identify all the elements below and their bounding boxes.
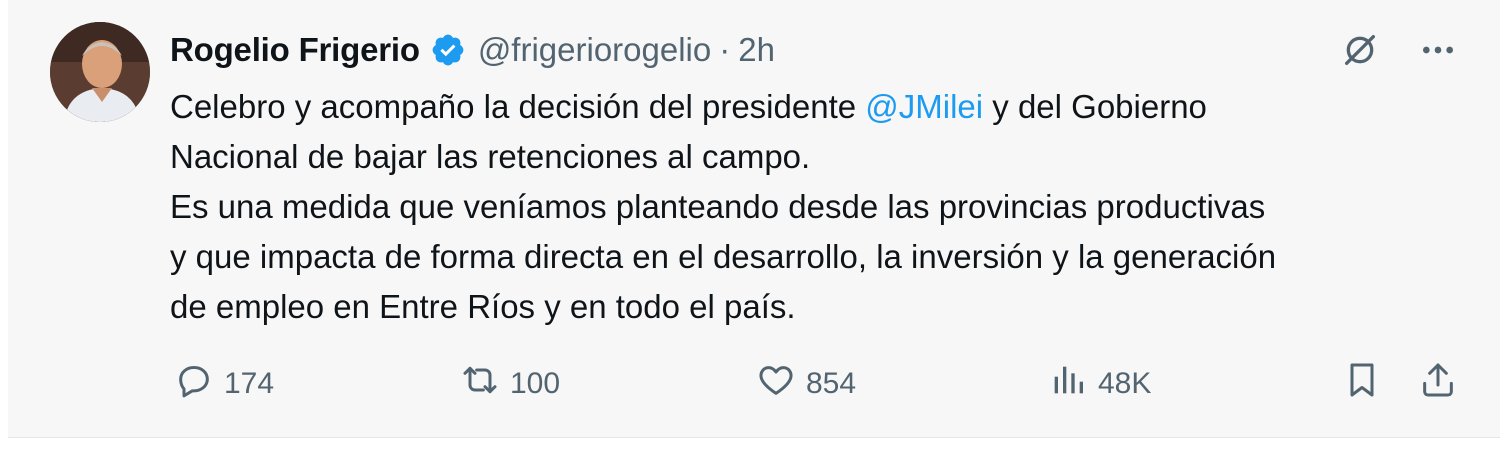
reply-count: 174: [224, 367, 275, 400]
grok-icon[interactable]: [1338, 28, 1382, 72]
separator-dot: ·: [719, 31, 731, 68]
retweet-count: 100: [510, 367, 561, 400]
share-button[interactable]: [1418, 356, 1458, 412]
like-count: 854: [806, 367, 857, 400]
text-segment: y del Gobierno: [983, 88, 1207, 125]
tweet-header: Rogelio Frigerio @frigeriorogelio · 2h: [170, 24, 775, 76]
bookmark-icon: [1342, 360, 1382, 408]
reply-icon: [174, 360, 214, 408]
reply-button[interactable]: 174: [174, 356, 274, 412]
views-count: 48K: [1098, 367, 1152, 400]
avatar[interactable]: [50, 22, 150, 122]
author-name[interactable]: Rogelio Frigerio: [170, 31, 420, 69]
bookmark-button[interactable]: [1342, 356, 1382, 412]
tweet-text-line: Nacional de bajar las retenciones al cam…: [170, 138, 811, 175]
author-handle[interactable]: @frigeriorogelio: [478, 31, 711, 69]
retweet-button[interactable]: 100: [460, 356, 560, 412]
tweet-card[interactable]: Rogelio Frigerio @frigeriorogelio · 2h C…: [8, 0, 1500, 438]
tweet-text-line: y que impacta de forma directa en el des…: [170, 238, 1277, 275]
retweet-icon: [460, 360, 500, 408]
text-segment: Celebro y acompaño la decisión del presi…: [170, 88, 866, 125]
verified-badge-icon: [430, 32, 466, 68]
mention-link[interactable]: @JMilei: [865, 88, 983, 125]
tweet-action-bar: 174 100 854 48K: [170, 356, 1470, 412]
tweet-text-line: de empleo en Entre Ríos y en todo el paí…: [170, 288, 796, 325]
more-icon[interactable]: [1416, 28, 1460, 72]
views-button[interactable]: 48K: [1048, 356, 1151, 412]
views-chart-icon: [1048, 360, 1088, 408]
share-icon: [1418, 360, 1458, 408]
heart-icon: [756, 360, 796, 408]
tweet-text: Celebro y acompaño la decisión del presi…: [170, 82, 1480, 332]
tweet-time[interactable]: 2h: [738, 31, 775, 69]
tweet-text-line: Es una medida que veníamos planteando de…: [170, 188, 1266, 225]
tweet-text-line: Celebro y acompaño la decisión del presi…: [170, 82, 1480, 132]
tweet-top-actions: [1338, 28, 1460, 72]
like-button[interactable]: 854: [756, 356, 856, 412]
